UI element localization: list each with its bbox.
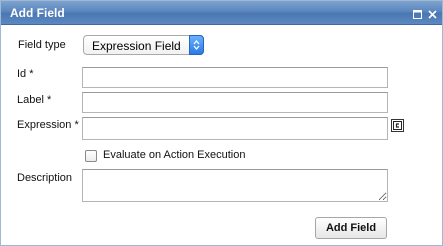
add-field-dialog: Add Field Field type Expression Field Id… [0, 0, 443, 246]
evaluate-checkbox[interactable] [85, 150, 97, 162]
label-label: Label * [17, 94, 52, 106]
dialog-titlebar[interactable]: Add Field [1, 1, 442, 25]
expression-editor-icon[interactable] [391, 119, 404, 132]
id-input[interactable] [82, 67, 388, 88]
description-label: Description [17, 172, 73, 184]
description-textarea[interactable] [82, 169, 388, 202]
add-field-button[interactable]: Add Field [315, 217, 387, 239]
dialog-title: Add Field [10, 6, 65, 20]
field-type-select[interactable]: Expression Field [83, 35, 204, 55]
id-label: Id * [17, 68, 34, 80]
field-type-value: Expression Field [92, 39, 181, 53]
expression-label: Expression * [17, 119, 79, 131]
evaluate-checkbox-label: Evaluate on Action Execution [103, 149, 246, 161]
maximize-icon[interactable] [412, 9, 422, 19]
close-icon[interactable] [427, 9, 437, 19]
field-type-label: Field type [18, 39, 66, 51]
chevron-updown-icon [189, 35, 204, 55]
label-input[interactable] [82, 92, 388, 113]
expression-input[interactable] [82, 117, 388, 140]
